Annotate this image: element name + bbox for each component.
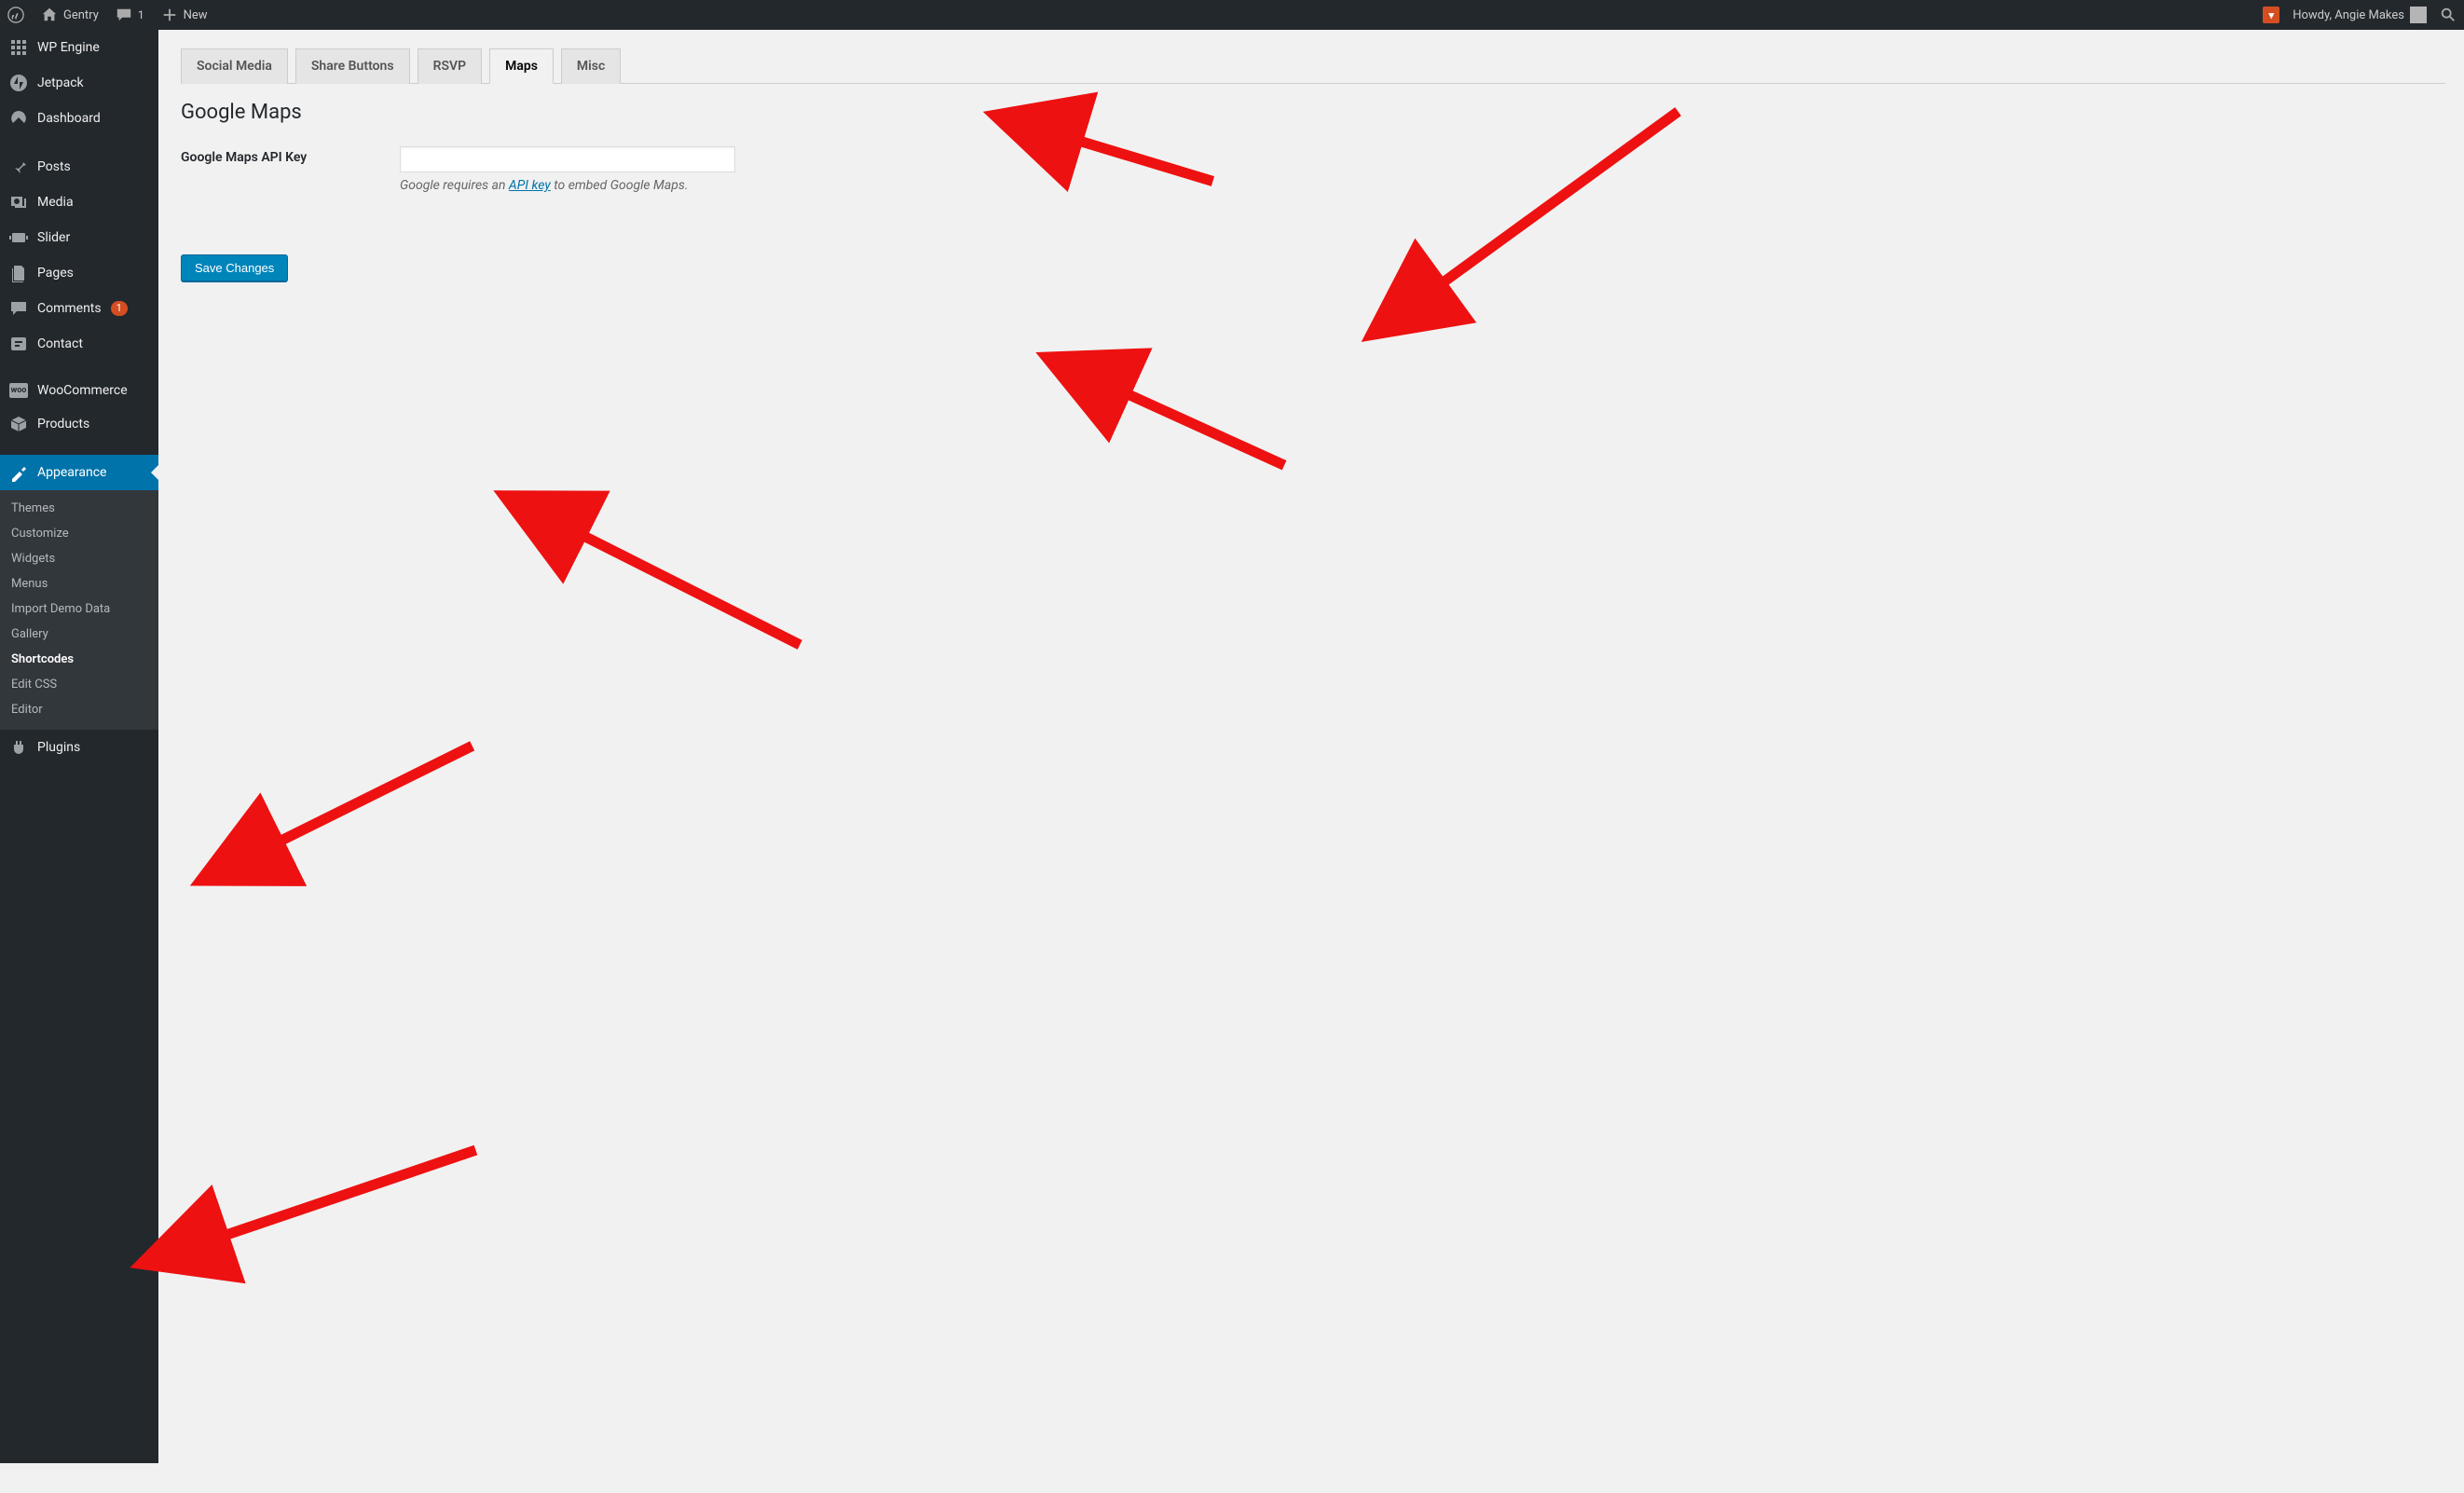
new-label: New <box>184 8 208 22</box>
search-icon <box>2440 7 2457 23</box>
sidebar-item-appearance[interactable]: Appearance <box>0 455 158 490</box>
sidebar-item-label: Comments <box>37 301 102 316</box>
tab-maps[interactable]: Maps <box>489 48 554 84</box>
pin-icon <box>9 158 28 176</box>
api-key-label: Google Maps API Key <box>181 146 372 165</box>
api-key-helper: Google requires an API key to embed Goog… <box>400 178 735 193</box>
comments-count-badge: 1 <box>111 301 128 316</box>
tab-rsvp[interactable]: RSVP <box>418 48 483 84</box>
tab-share-buttons[interactable]: Share Buttons <box>295 48 410 84</box>
sidebar-item-slider[interactable]: Slider <box>0 220 158 255</box>
dashboard-icon <box>9 109 28 128</box>
pages-icon <box>9 264 28 282</box>
sidebar-item-label: Posts <box>37 159 71 174</box>
comments-link[interactable]: 1 <box>116 7 144 23</box>
account-link[interactable]: Howdy, Angie Makes <box>2293 7 2427 23</box>
sidebar-item-label: Jetpack <box>37 75 84 90</box>
sidebar-item-woocommerce[interactable]: woo WooCommerce <box>0 375 158 406</box>
api-key-doc-link[interactable]: API key <box>509 178 551 193</box>
plugins-icon <box>9 738 28 757</box>
submenu-item-gallery[interactable]: Gallery <box>0 622 158 647</box>
site-link[interactable]: Gentry <box>41 7 99 23</box>
sidebar-item-wpengine[interactable]: WP Engine <box>0 30 158 65</box>
sidebar-item-plugins[interactable]: Plugins <box>0 730 158 765</box>
comment-count: 1 <box>138 8 144 21</box>
api-key-input[interactable] <box>400 146 735 172</box>
settings-tabs: Social Media Share Buttons RSVP Maps Mis… <box>181 48 2445 84</box>
contact-icon <box>9 335 28 353</box>
avatar <box>2410 7 2427 23</box>
comment-icon <box>9 299 28 318</box>
page-title: Google Maps <box>181 101 2445 124</box>
sidebar-item-label: Dashboard <box>37 111 101 126</box>
appearance-submenu: Themes Customize Widgets Menus Import De… <box>0 490 158 730</box>
sidebar-item-label: Contact <box>37 336 83 351</box>
sidebar-item-dashboard[interactable]: Dashboard <box>0 101 158 136</box>
submenu-item-themes[interactable]: Themes <box>0 496 158 521</box>
home-icon <box>41 7 58 23</box>
sidebar-item-label: Appearance <box>37 465 106 480</box>
plus-icon <box>161 7 178 23</box>
comment-icon <box>116 7 132 23</box>
sidebar-item-comments[interactable]: Comments 1 <box>0 291 158 326</box>
page-content: Social Media Share Buttons RSVP Maps Mis… <box>158 30 2464 319</box>
submenu-item-customize[interactable]: Customize <box>0 521 158 546</box>
submenu-item-widgets[interactable]: Widgets <box>0 546 158 571</box>
sidebar-item-media[interactable]: Media <box>0 185 158 220</box>
tab-misc[interactable]: Misc <box>561 48 621 84</box>
api-key-row: Google Maps API Key Google requires an A… <box>181 146 2445 193</box>
submenu-item-shortcodes[interactable]: Shortcodes <box>0 647 158 672</box>
woo-icon: woo <box>9 383 28 398</box>
submenu-item-import-demo[interactable]: Import Demo Data <box>0 596 158 622</box>
submenu-item-editor[interactable]: Editor <box>0 697 158 722</box>
new-link[interactable]: New <box>161 7 208 23</box>
wp-logo-icon[interactable] <box>7 7 24 23</box>
howdy-text: Howdy, Angie Makes <box>2293 8 2404 22</box>
sidebar-item-label: Products <box>37 417 89 431</box>
media-icon <box>9 193 28 212</box>
submenu-item-edit-css[interactable]: Edit CSS <box>0 672 158 697</box>
sidebar-item-label: Pages <box>37 266 74 281</box>
site-name: Gentry <box>63 8 99 22</box>
sidebar-item-pages[interactable]: Pages <box>0 255 158 291</box>
sidebar-item-jetpack[interactable]: Jetpack <box>0 65 158 101</box>
appearance-icon <box>9 463 28 482</box>
tab-social-media[interactable]: Social Media <box>181 48 288 84</box>
sidebar-item-contact[interactable]: Contact <box>0 326 158 362</box>
admin-sidebar: WP Engine Jetpack Dashboard Posts Media … <box>0 30 158 1463</box>
products-icon <box>9 415 28 433</box>
sidebar-item-label: WooCommerce <box>37 383 128 398</box>
grid-icon <box>9 38 28 57</box>
save-button[interactable]: Save Changes <box>181 254 288 281</box>
sidebar-item-label: WP Engine <box>37 40 100 55</box>
slider-icon <box>9 228 28 247</box>
sidebar-item-products[interactable]: Products <box>0 406 158 442</box>
notification-badge-icon[interactable]: ▾ <box>2263 7 2279 23</box>
sidebar-item-posts[interactable]: Posts <box>0 149 158 185</box>
submenu-item-menus[interactable]: Menus <box>0 571 158 596</box>
search-toggle[interactable] <box>2440 7 2457 23</box>
sidebar-item-label: Slider <box>37 230 70 245</box>
sidebar-item-label: Plugins <box>37 740 80 755</box>
sidebar-item-label: Media <box>37 195 74 210</box>
admin-bar: Gentry 1 New ▾ Howdy, Angie Makes <box>0 0 2464 30</box>
jetpack-icon <box>9 74 28 92</box>
